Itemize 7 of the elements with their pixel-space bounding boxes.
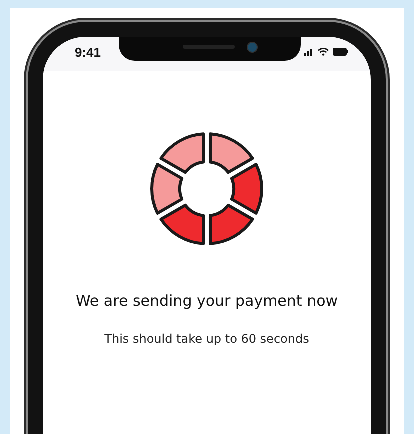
camera-icon xyxy=(247,42,258,53)
status-title: We are sending your payment now xyxy=(76,292,338,310)
wifi-icon xyxy=(318,48,329,56)
battery-icon xyxy=(333,48,349,56)
status-subtitle: This should take up to 60 seconds xyxy=(104,332,310,346)
status-time: 9:41 xyxy=(74,44,102,60)
signal-icon xyxy=(304,48,314,56)
